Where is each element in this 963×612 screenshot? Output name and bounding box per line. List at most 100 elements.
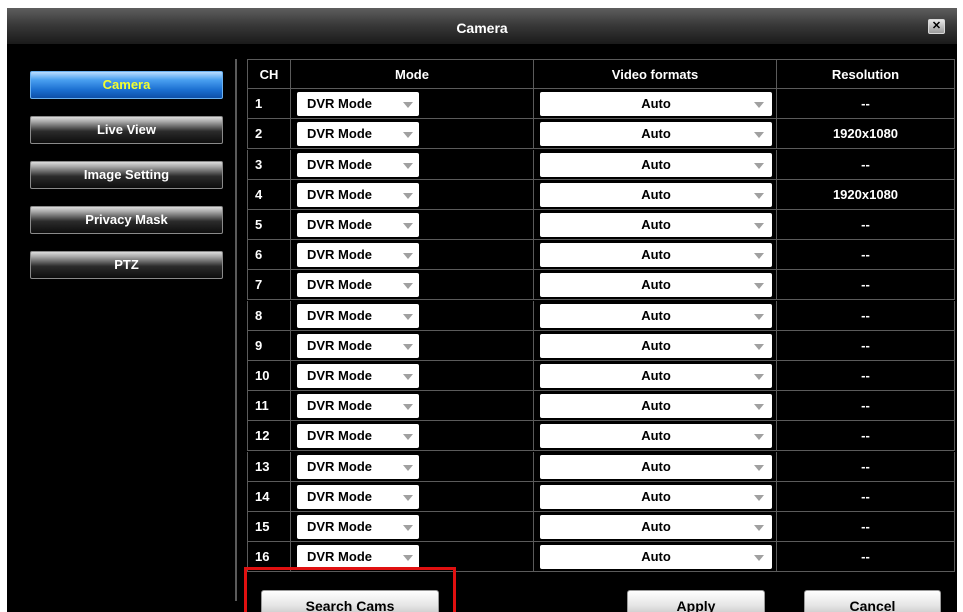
video-format-cell: Auto [534,482,777,512]
channel-number: 4 [247,180,291,210]
sidebar-divider [235,59,237,601]
video-format-cell: Auto [534,512,777,542]
title-bar: Camera ✕ [7,8,957,45]
apply-button[interactable]: Apply [627,590,765,612]
mode-cell: DVR Mode [291,270,534,300]
video-format-dropdown[interactable]: Auto [540,213,772,237]
channel-number: 12 [247,421,291,451]
channel-number: 15 [247,512,291,542]
mode-dropdown[interactable]: DVR Mode [297,424,419,448]
mode-value: DVR Mode [307,157,372,172]
video-format-cell: Auto [534,89,777,119]
video-format-dropdown[interactable]: Auto [540,183,772,207]
video-format-cell: Auto [534,210,777,240]
mode-cell: DVR Mode [291,210,534,240]
video-format-dropdown[interactable]: Auto [540,364,772,388]
resolution-value: -- [777,240,955,270]
channel-number: 7 [247,270,291,300]
header-mode: Mode [291,59,534,89]
video-format-dropdown[interactable]: Auto [540,153,772,177]
mode-dropdown[interactable]: DVR Mode [297,213,419,237]
mode-dropdown[interactable]: DVR Mode [297,122,419,146]
mode-cell: DVR Mode [291,421,534,451]
chevron-down-icon [403,404,413,410]
channel-number: 11 [247,391,291,421]
video-format-dropdown[interactable]: Auto [540,92,772,116]
mode-dropdown[interactable]: DVR Mode [297,545,419,569]
video-format-value: Auto [641,126,671,141]
chevron-down-icon [754,525,764,531]
sidebar-item-ptz[interactable]: PTZ [30,251,223,279]
table-row: 10 DVR Mode Auto -- [247,361,955,391]
mode-value: DVR Mode [307,459,372,474]
resolution-value: -- [777,150,955,180]
mode-value: DVR Mode [307,126,372,141]
video-format-value: Auto [641,368,671,383]
video-format-dropdown[interactable]: Auto [540,394,772,418]
video-format-dropdown[interactable]: Auto [540,424,772,448]
channel-number: 2 [247,119,291,149]
table-row: 1 DVR Mode Auto -- [247,89,955,119]
mode-value: DVR Mode [307,368,372,383]
video-format-value: Auto [641,308,671,323]
mode-dropdown[interactable]: DVR Mode [297,183,419,207]
mode-value: DVR Mode [307,308,372,323]
chevron-down-icon [754,314,764,320]
mode-dropdown[interactable]: DVR Mode [297,485,419,509]
video-format-dropdown[interactable]: Auto [540,122,772,146]
chevron-down-icon [754,434,764,440]
chevron-down-icon [754,465,764,471]
mode-dropdown[interactable]: DVR Mode [297,455,419,479]
mode-dropdown[interactable]: DVR Mode [297,364,419,388]
resolution-value: -- [777,331,955,361]
sidebar-item-image-setting[interactable]: Image Setting [30,161,223,189]
chevron-down-icon [754,193,764,199]
channel-number: 10 [247,361,291,391]
video-format-dropdown[interactable]: Auto [540,455,772,479]
channel-number: 1 [247,89,291,119]
mode-cell: DVR Mode [291,482,534,512]
video-format-dropdown[interactable]: Auto [540,304,772,328]
table-row: 2 DVR Mode Auto 1920x1080 [247,119,955,149]
video-format-dropdown[interactable]: Auto [540,334,772,358]
mode-dropdown[interactable]: DVR Mode [297,153,419,177]
video-format-cell: Auto [534,542,777,572]
mode-dropdown[interactable]: DVR Mode [297,334,419,358]
video-format-dropdown[interactable]: Auto [540,243,772,267]
cancel-button[interactable]: Cancel [804,590,941,612]
chevron-down-icon [403,344,413,350]
mode-value: DVR Mode [307,277,372,292]
mode-dropdown[interactable]: DVR Mode [297,273,419,297]
video-format-dropdown[interactable]: Auto [540,485,772,509]
mode-dropdown[interactable]: DVR Mode [297,243,419,267]
video-format-value: Auto [641,549,671,564]
video-format-dropdown[interactable]: Auto [540,273,772,297]
close-icon[interactable]: ✕ [928,19,945,34]
chevron-down-icon [754,132,764,138]
mode-dropdown[interactable]: DVR Mode [297,304,419,328]
sidebar-item-camera[interactable]: Camera [30,71,223,99]
table-row: 13 DVR Mode Auto -- [247,452,955,482]
mode-dropdown[interactable]: DVR Mode [297,394,419,418]
resolution-value: -- [777,89,955,119]
video-format-dropdown[interactable]: Auto [540,515,772,539]
mode-dropdown[interactable]: DVR Mode [297,515,419,539]
chevron-down-icon [403,132,413,138]
window-title: Camera [456,20,508,36]
resolution-value: -- [777,482,955,512]
video-format-dropdown[interactable]: Auto [540,545,772,569]
resolution-value: 1920x1080 [777,180,955,210]
video-format-value: Auto [641,217,671,232]
video-format-cell: Auto [534,361,777,391]
mode-cell: DVR Mode [291,391,534,421]
sidebar-item-privacy-mask[interactable]: Privacy Mask [30,206,223,234]
chevron-down-icon [403,102,413,108]
chevron-down-icon [403,434,413,440]
sidebar-item-live-view[interactable]: Live View [30,116,223,144]
mode-dropdown[interactable]: DVR Mode [297,92,419,116]
channel-number: 5 [247,210,291,240]
chevron-down-icon [403,555,413,561]
video-format-value: Auto [641,459,671,474]
video-format-value: Auto [641,398,671,413]
mode-cell: DVR Mode [291,512,534,542]
